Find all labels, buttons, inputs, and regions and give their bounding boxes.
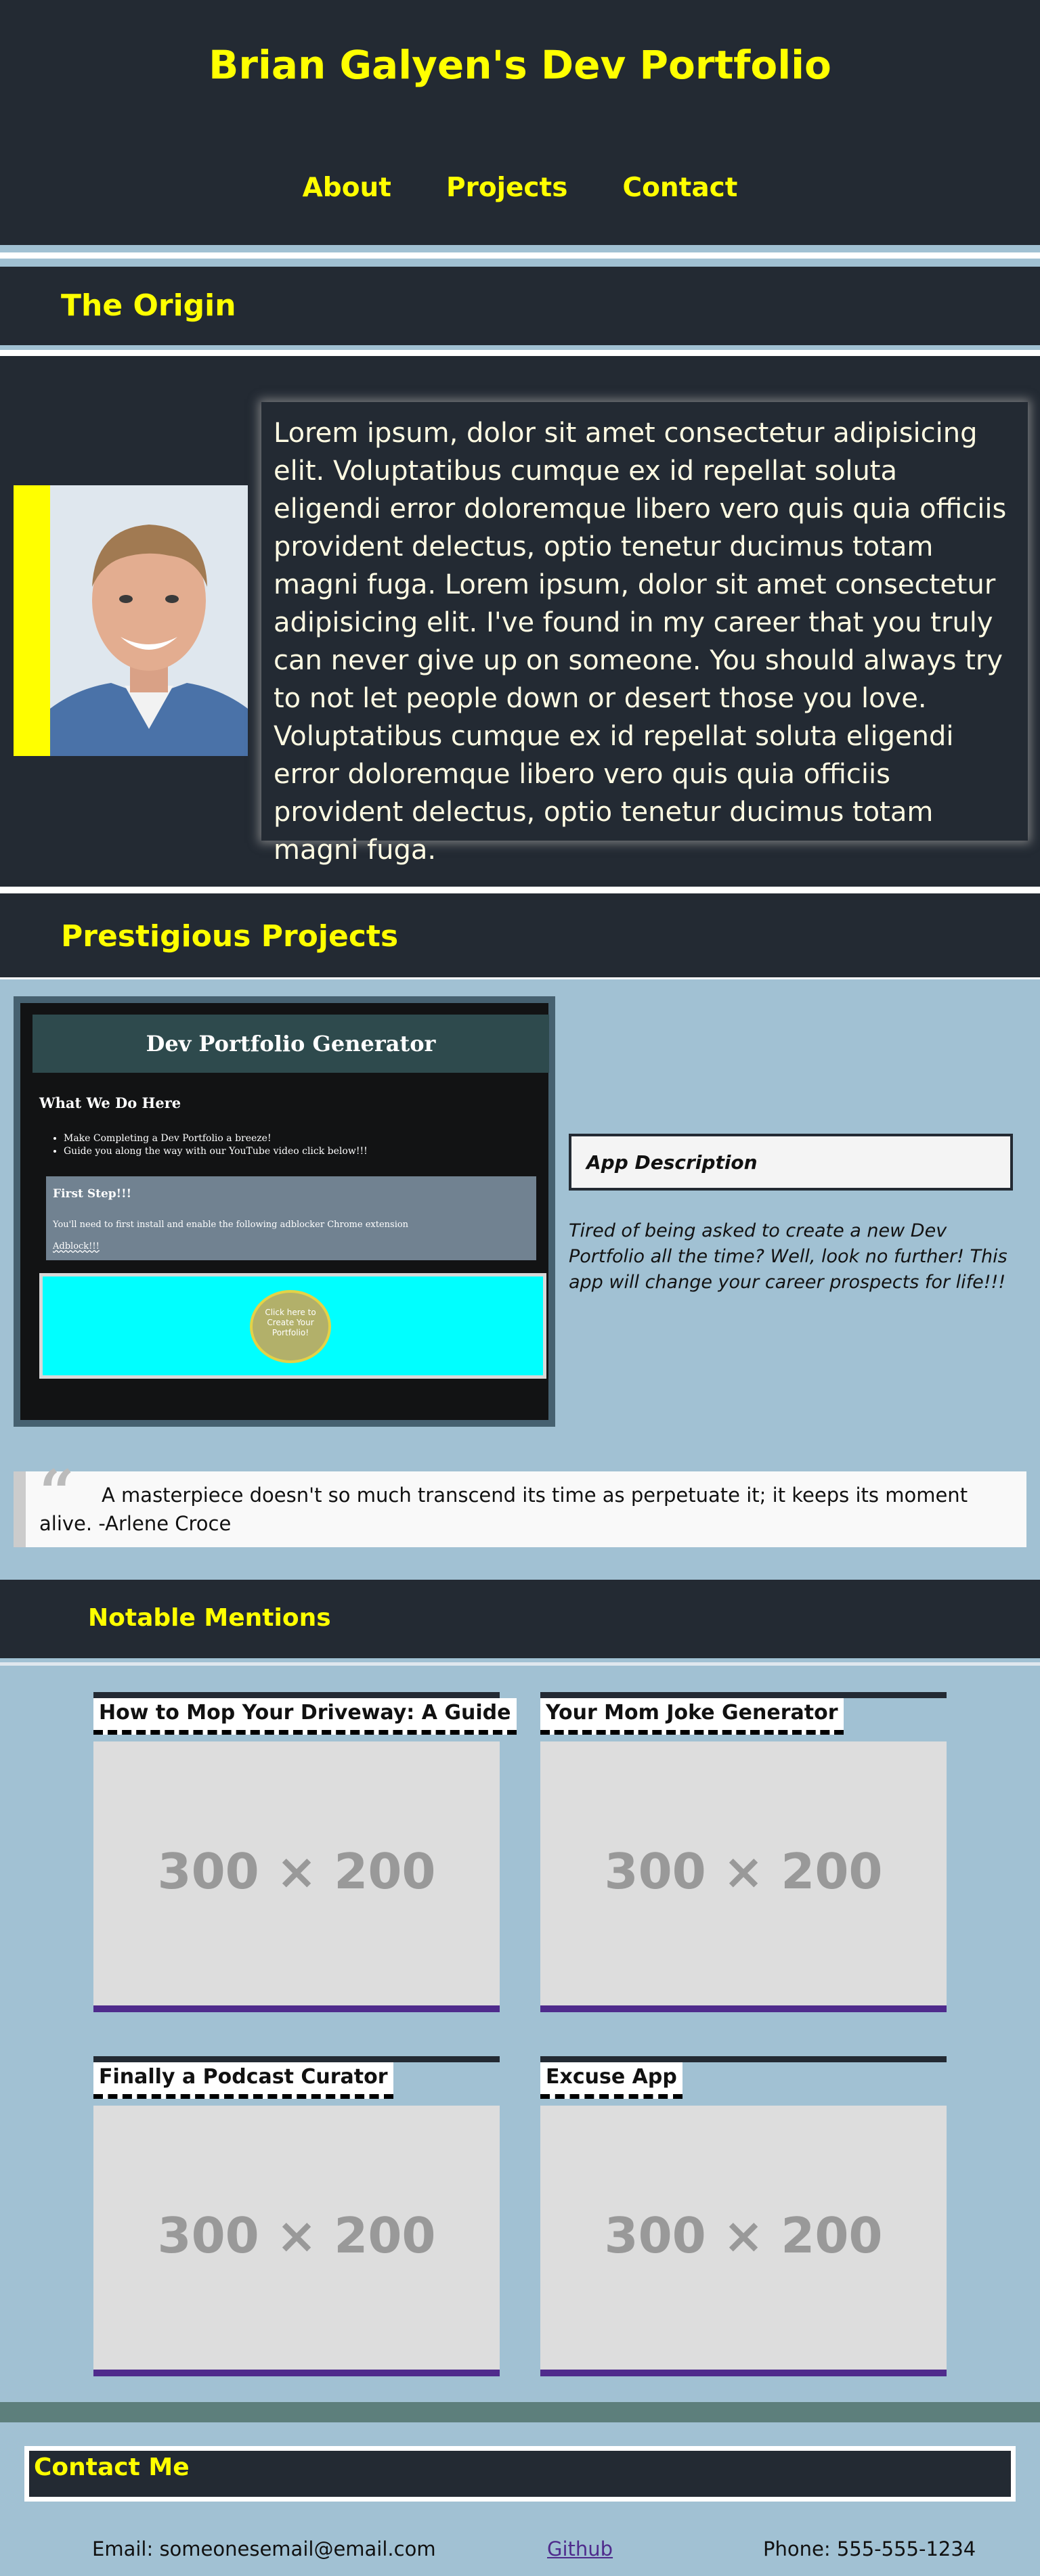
nav-about[interactable]: About xyxy=(303,173,391,203)
card-top-bar xyxy=(93,1692,500,1698)
nav-projects[interactable]: Projects xyxy=(446,173,567,203)
card-title[interactable]: Your Mom Joke Generator xyxy=(540,1698,844,1735)
profile-photo xyxy=(50,485,248,756)
app-description-text: Tired of being asked to create a new Dev… xyxy=(569,1220,1008,1293)
preview-subtitle: What We Do Here xyxy=(39,1094,181,1111)
contact-divider xyxy=(0,2402,1040,2422)
card-top-bar xyxy=(93,2056,500,2062)
preview-cta-box: Click here to Create Your Portfolio! xyxy=(39,1273,546,1379)
quote-text: A masterpiece doesn't so much transcend … xyxy=(39,1484,968,1535)
card-image: 300 × 200 xyxy=(540,1741,947,2012)
project-preview[interactable]: Dev Portfolio Generator What We Do Here … xyxy=(14,996,555,1427)
app-description-title: App Description xyxy=(586,1151,758,1174)
about-text: Lorem ipsum, dolor sit amet consectetur … xyxy=(274,418,1007,866)
list-item: Make Completing a Dev Portfolio a breeze… xyxy=(64,1132,368,1145)
card-image: 300 × 200 xyxy=(93,2106,500,2376)
mentions-heading: Notable Mentions xyxy=(88,1604,331,1632)
preview-step-link: Adblock!!! xyxy=(53,1241,100,1251)
app-description-box: App Description xyxy=(569,1134,1013,1191)
image-placeholder-label: 300 × 200 xyxy=(604,1843,883,1900)
projects-heading-band: Prestigious Projects xyxy=(0,893,1040,977)
origin-heading: The Origin xyxy=(61,288,236,323)
preview-cta-button: Click here to Create Your Portfolio! xyxy=(250,1290,331,1363)
divider xyxy=(0,977,1040,979)
mention-card[interactable]: Finally a Podcast Curator 300 × 200 xyxy=(93,2056,500,2383)
contact-email: Email: someonesemail@email.com xyxy=(92,2537,436,2560)
list-item: Guide you along the way with our YouTube… xyxy=(64,1145,368,1158)
divider xyxy=(0,252,1040,259)
site-title: Brian Galyen's Dev Portfolio xyxy=(209,42,831,88)
preview-step-text: You'll need to first install and enable … xyxy=(53,1220,409,1230)
card-image: 300 × 200 xyxy=(93,1741,500,2012)
image-placeholder-label: 300 × 200 xyxy=(157,2207,436,2264)
photo-frame xyxy=(14,485,248,756)
about-card: Lorem ipsum, dolor sit amet consectetur … xyxy=(261,402,1028,866)
site-header: Brian Galyen's Dev Portfolio About Proje… xyxy=(0,0,1040,245)
card-title[interactable]: Excuse App xyxy=(540,2062,682,2099)
mention-card[interactable]: Your Mom Joke Generator 300 × 200 xyxy=(540,1692,947,2019)
origin-heading-band: The Origin xyxy=(0,267,1040,345)
preview-title: Dev Portfolio Generator xyxy=(32,1015,549,1073)
image-placeholder-label: 300 × 200 xyxy=(157,1843,436,1900)
mention-card[interactable]: How to Mop Your Driveway: A Guide 300 × … xyxy=(93,1692,517,2019)
image-placeholder-label: 300 × 200 xyxy=(604,2207,883,2264)
mentions-heading-band: Notable Mentions xyxy=(0,1580,1040,1658)
project-screenshot: Dev Portfolio Generator What We Do Here … xyxy=(20,1003,549,1420)
card-title[interactable]: Finally a Podcast Curator xyxy=(93,2062,393,2099)
contact-phone: Phone: 555-555-1234 xyxy=(763,2537,976,2560)
divider xyxy=(0,887,1040,893)
mention-card[interactable]: Excuse App 300 × 200 xyxy=(540,2056,947,2383)
main-nav: About Projects Contact xyxy=(0,173,1040,203)
preview-step-box: First Step!!! You'll need to first insta… xyxy=(46,1176,536,1260)
github-link[interactable]: Github xyxy=(547,2537,613,2560)
projects-heading: Prestigious Projects xyxy=(61,919,399,954)
contact-heading: Contact Me xyxy=(34,2453,190,2481)
card-image: 300 × 200 xyxy=(540,2106,947,2376)
card-top-bar xyxy=(540,2056,947,2062)
card-title[interactable]: How to Mop Your Driveway: A Guide xyxy=(93,1698,517,1735)
divider xyxy=(0,1662,1040,1666)
quote-block: “ A masterpiece doesn't so much transcen… xyxy=(14,1457,1026,1547)
card-top-bar xyxy=(540,1692,947,1698)
preview-bullets: Make Completing a Dev Portfolio a breeze… xyxy=(64,1132,368,1158)
preview-step-title: First Step!!! xyxy=(53,1187,132,1201)
nav-contact[interactable]: Contact xyxy=(623,173,738,203)
contact-heading-box: Contact Me xyxy=(24,2446,1016,2502)
divider xyxy=(0,350,1040,356)
